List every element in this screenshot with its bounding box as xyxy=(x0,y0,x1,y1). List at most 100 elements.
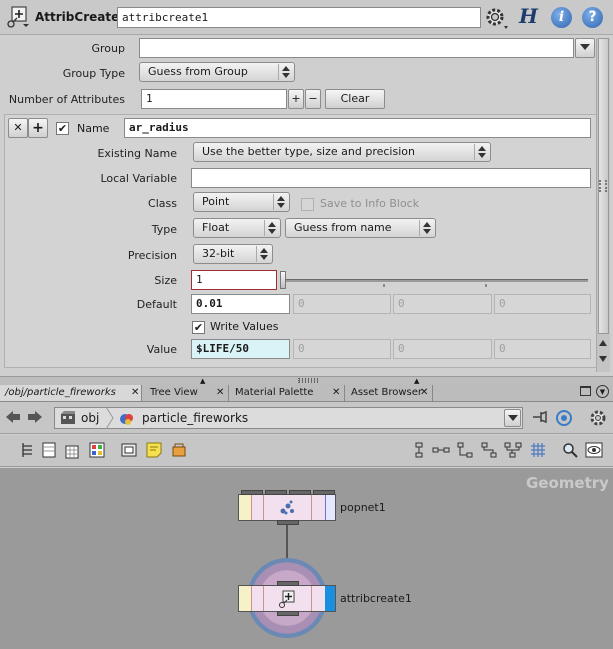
scroll-up-arrow-icon[interactable] xyxy=(599,340,607,346)
tab-network[interactable]: /obj/particle_fireworks ✕ xyxy=(0,385,142,401)
attribcreate-node[interactable] xyxy=(238,581,336,616)
help-icon[interactable]: ? xyxy=(582,7,603,28)
grid-icon[interactable] xyxy=(529,442,547,460)
value-field-3[interactable]: 0 xyxy=(393,339,492,359)
value-field-1[interactable]: $LIFE/50 xyxy=(191,339,290,359)
close-tab-icon[interactable]: ✕ xyxy=(332,385,340,400)
tab-tree-view-label: Tree View xyxy=(150,387,198,398)
node-output[interactable] xyxy=(277,611,299,616)
back-arrow-icon[interactable] xyxy=(4,410,22,428)
network-icon xyxy=(119,411,135,427)
parameter-header: AttribCreate attribcreate1 H i ? xyxy=(0,0,613,35)
node-input[interactable] xyxy=(241,490,263,495)
size-field[interactable]: 1 xyxy=(191,270,277,290)
layout-grid-icon[interactable] xyxy=(63,443,81,461)
precision-menu[interactable]: 32-bit xyxy=(193,244,273,264)
value-field-2[interactable]: 0 xyxy=(293,339,391,359)
maximize-pane-icon[interactable] xyxy=(580,386,591,396)
insert-instance-button[interactable]: + xyxy=(28,118,48,138)
sticky-note-icon[interactable] xyxy=(145,442,163,460)
class-menu[interactable]: Point xyxy=(193,192,290,212)
popnet-node[interactable] xyxy=(238,490,336,525)
parameter-scrollbar[interactable] xyxy=(596,38,610,372)
close-tab-icon[interactable]: ✕ xyxy=(216,385,224,400)
save-info-checkbox[interactable] xyxy=(301,198,314,211)
attribcreate-icon[interactable] xyxy=(6,5,30,29)
node-divider xyxy=(251,586,252,611)
tab-asset-browser-label: Asset Browser xyxy=(351,387,423,398)
num-attributes-field[interactable]: 1 xyxy=(141,89,287,109)
chevron-down-icon xyxy=(580,44,590,50)
default-field-2[interactable]: 0 xyxy=(293,294,391,314)
pane-menu-icon[interactable]: ▼ xyxy=(596,385,609,398)
layout-all-icon[interactable] xyxy=(504,442,522,460)
local-variable-field[interactable] xyxy=(191,168,591,188)
type-menu[interactable]: Float xyxy=(193,218,281,238)
node-type-label: AttribCreate xyxy=(35,10,120,24)
close-tab-icon[interactable]: ✕ xyxy=(420,385,428,400)
forward-arrow-icon[interactable] xyxy=(26,410,44,428)
visibility-eye-icon[interactable] xyxy=(585,442,603,460)
name-field[interactable]: ar_radius xyxy=(124,118,591,138)
tab-tree-view[interactable]: Tree View ✕ xyxy=(145,385,229,401)
menu-arrows-icon xyxy=(419,220,433,236)
node-output[interactable] xyxy=(277,520,299,525)
path-obj[interactable]: obj xyxy=(81,411,99,425)
search-icon[interactable] xyxy=(561,442,579,460)
node-input[interactable] xyxy=(277,581,299,586)
align-horizontal-icon[interactable] xyxy=(432,442,450,460)
tab-material-palette[interactable]: Material Palette ✕ xyxy=(230,385,345,401)
close-tab-icon[interactable]: ✕ xyxy=(131,385,139,400)
menu-arrows-icon xyxy=(273,194,287,210)
layout-single-icon[interactable] xyxy=(40,442,58,460)
node-input[interactable] xyxy=(313,490,335,495)
remove-attribute-button[interactable]: − xyxy=(305,89,321,109)
resize-grip[interactable] xyxy=(599,180,607,192)
pane-splitter[interactable]: ▲ ▲ xyxy=(0,376,613,385)
digital-asset-icon[interactable] xyxy=(170,442,188,460)
chevron-down-icon xyxy=(507,415,518,421)
precision-label: Precision xyxy=(127,249,177,262)
add-attribute-button[interactable]: + xyxy=(288,89,304,109)
scroll-down-arrow-icon[interactable] xyxy=(599,356,607,362)
value-field-4[interactable]: 0 xyxy=(494,339,591,359)
node-input[interactable] xyxy=(289,490,311,495)
group-type-menu[interactable]: Guess from Group xyxy=(139,62,295,82)
size-slider-track[interactable] xyxy=(283,279,588,282)
layout-branch-icon[interactable] xyxy=(456,442,474,460)
existing-name-value: Use the better type, size and precision xyxy=(202,145,415,158)
attribcreate-node-name[interactable]: attribcreate1 xyxy=(340,592,412,605)
size-slider-handle[interactable] xyxy=(280,271,286,289)
default-field-1[interactable]: 0.01 xyxy=(191,294,290,314)
remove-instance-button[interactable]: ✕ xyxy=(8,118,28,138)
pin-icon[interactable] xyxy=(531,409,549,427)
default-field-4[interactable]: 0 xyxy=(494,294,591,314)
group-label: Group xyxy=(91,42,126,55)
write-values-checkbox[interactable]: ✔ xyxy=(192,321,205,334)
enable-checkbox[interactable]: ✔ xyxy=(56,122,69,135)
popnet-node-name[interactable]: popnet1 xyxy=(340,501,386,514)
tab-asset-browser[interactable]: Asset Browser ✕ xyxy=(346,385,433,401)
clear-button[interactable]: Clear xyxy=(325,89,385,109)
gear-icon[interactable] xyxy=(484,6,510,30)
path-dropdown-button[interactable] xyxy=(504,409,521,427)
class-label: Class xyxy=(148,197,177,210)
info-icon[interactable]: i xyxy=(551,7,572,28)
group-dropdown-button[interactable] xyxy=(575,38,595,58)
node-name-field[interactable]: attribcreate1 xyxy=(117,7,481,28)
gear-icon[interactable] xyxy=(588,408,610,426)
group-field[interactable] xyxy=(139,38,574,58)
node-input[interactable] xyxy=(265,490,287,495)
path-network[interactable]: particle_fireworks xyxy=(142,411,248,425)
houdini-h-icon[interactable]: H xyxy=(519,4,538,28)
network-box-icon[interactable] xyxy=(120,442,138,460)
color-palette-icon[interactable] xyxy=(88,442,106,460)
existing-name-menu[interactable]: Use the better type, size and precision xyxy=(193,142,491,162)
guess-name-menu[interactable]: Guess from name xyxy=(285,218,436,238)
node-divider xyxy=(325,495,326,520)
link-icon[interactable] xyxy=(555,409,573,427)
list-mode-icon[interactable] xyxy=(18,442,36,460)
default-field-3[interactable]: 0 xyxy=(393,294,492,314)
align-vertical-icon[interactable] xyxy=(410,442,428,460)
layout-tree-icon[interactable] xyxy=(480,442,498,460)
